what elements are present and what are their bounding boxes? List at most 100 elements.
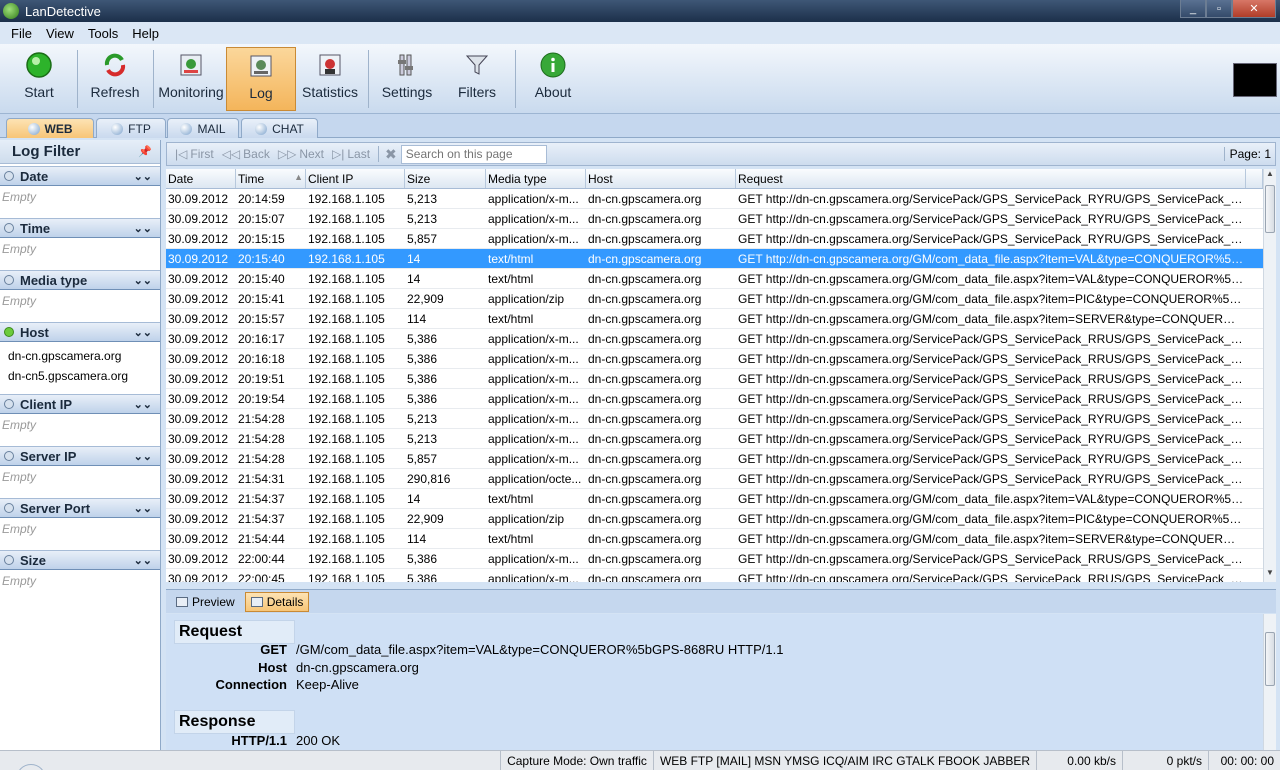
pin-icon[interactable]: 📌 bbox=[138, 145, 152, 158]
table-row[interactable]: 30.09.2012 21:54:28 192.168.1.105 5,857 appl… bbox=[166, 449, 1263, 469]
filter-time-header[interactable]: Time ⌄⌄ bbox=[0, 218, 160, 238]
scroll-thumb[interactable] bbox=[1265, 632, 1275, 686]
clear-search-icon[interactable]: ✖ bbox=[385, 146, 397, 163]
table-scrollbar[interactable]: ▲ ▼ bbox=[1263, 169, 1276, 582]
table-row[interactable]: 30.09.2012 20:16:17 192.168.1.105 5,386 appl… bbox=[166, 329, 1263, 349]
filters-button[interactable]: Filters bbox=[444, 47, 510, 111]
log-button[interactable]: Log bbox=[226, 47, 296, 111]
table-row[interactable]: 30.09.2012 22:00:44 192.168.1.105 5,386 appl… bbox=[166, 549, 1263, 569]
chevron-down-icon[interactable]: ⌄⌄ bbox=[134, 450, 152, 463]
filter-server-ip-header[interactable]: Server IP ⌄⌄ bbox=[0, 446, 160, 466]
table-row[interactable]: 30.09.2012 20:15:40 192.168.1.105 14 text/ht… bbox=[166, 269, 1263, 289]
menu-file[interactable]: File bbox=[4, 26, 39, 41]
cell-host: dn-cn.gpscamera.org bbox=[588, 212, 702, 226]
chevron-down-icon[interactable]: ⌄⌄ bbox=[134, 398, 152, 411]
column-header-request[interactable]: Request bbox=[736, 169, 1246, 188]
table-row[interactable]: 30.09.2012 20:15:40 192.168.1.105 14 text/ht… bbox=[166, 249, 1263, 269]
close-button[interactable]: ✕ bbox=[1232, 0, 1276, 18]
cell-date: 30.09.2012 bbox=[168, 492, 229, 506]
filter-label: Server IP bbox=[20, 448, 77, 464]
column-header-time[interactable]: Time ▲ bbox=[236, 169, 306, 188]
about-button[interactable]: About bbox=[520, 47, 586, 111]
statistics-button[interactable]: Statistics bbox=[298, 47, 362, 111]
cell-time: 20:15:15 bbox=[238, 232, 285, 246]
table-row[interactable]: 30.09.2012 20:16:18 192.168.1.105 5,386 appl… bbox=[166, 349, 1263, 369]
filter-host-value[interactable]: dn-cn5.gpscamera.org bbox=[0, 366, 160, 386]
column-header-host[interactable]: Host bbox=[586, 169, 736, 188]
cell-date: 30.09.2012 bbox=[168, 292, 229, 306]
menu-help[interactable]: Help bbox=[125, 26, 166, 41]
cell-client-ip: 192.168.1.105 bbox=[308, 432, 385, 446]
table-row[interactable]: 30.09.2012 21:54:37 192.168.1.105 14 text/ht… bbox=[166, 489, 1263, 509]
cell-host: dn-cn.gpscamera.org bbox=[588, 552, 702, 566]
next-page-button[interactable]: ▷▷ Next bbox=[278, 147, 324, 161]
filter-server-port-header[interactable]: Server Port ⌄⌄ bbox=[0, 498, 160, 518]
cell-media-type: application/x-m... bbox=[488, 332, 579, 346]
first-page-button[interactable]: |◁ First bbox=[175, 147, 214, 161]
table-row[interactable]: 30.09.2012 21:54:28 192.168.1.105 5,213 appl… bbox=[166, 429, 1263, 449]
cell-request: GET http://dn-cn.gpscamera.org/ServicePa… bbox=[738, 452, 1246, 466]
table-row[interactable]: 30.09.2012 20:19:54 192.168.1.105 5,386 appl… bbox=[166, 389, 1263, 409]
scroll-down-icon[interactable]: ▼ bbox=[1264, 568, 1276, 582]
start-button[interactable]: Start bbox=[4, 47, 74, 111]
chevron-down-icon[interactable]: ⌄⌄ bbox=[134, 554, 152, 567]
maximize-button[interactable]: ▫ bbox=[1206, 0, 1232, 18]
scroll-thumb[interactable] bbox=[1265, 185, 1275, 233]
table-row[interactable]: 30.09.2012 22:00:45 192.168.1.105 5,386 appl… bbox=[166, 569, 1263, 582]
tab-preview-label: Preview bbox=[192, 594, 235, 609]
tab-details[interactable]: Details bbox=[244, 591, 310, 612]
back-page-button[interactable]: ◁◁ Back bbox=[222, 147, 270, 161]
table-row[interactable]: 30.09.2012 21:54:28 192.168.1.105 5,213 appl… bbox=[166, 409, 1263, 429]
response-status-value: 200 OK bbox=[296, 733, 341, 748]
table-row[interactable]: 30.09.2012 21:54:44 192.168.1.105 114 text/h… bbox=[166, 529, 1263, 549]
column-header-client-ip[interactable]: Client IP bbox=[306, 169, 405, 188]
cell-date: 30.09.2012 bbox=[168, 272, 229, 286]
table-row[interactable]: 30.09.2012 20:15:07 192.168.1.105 5,213 appl… bbox=[166, 209, 1263, 229]
filter-date-header[interactable]: Date ⌄⌄ bbox=[0, 166, 160, 186]
filter-size-header[interactable]: Size ⌄⌄ bbox=[0, 550, 160, 570]
minimize-button[interactable]: _ bbox=[1180, 0, 1206, 18]
cell-host: dn-cn.gpscamera.org bbox=[588, 272, 702, 286]
filter-media-type-header[interactable]: Media type ⌄⌄ bbox=[0, 270, 160, 290]
column-header-date[interactable]: Date bbox=[166, 169, 236, 188]
tab-chat[interactable]: CHAT bbox=[241, 118, 318, 138]
table-row[interactable]: 30.09.2012 20:14:59 192.168.1.105 5,213 appl… bbox=[166, 189, 1263, 209]
menu-tools[interactable]: Tools bbox=[81, 26, 125, 41]
column-header-time-label: Time bbox=[238, 172, 265, 186]
cell-date: 30.09.2012 bbox=[168, 412, 229, 426]
refresh-button[interactable]: Refresh bbox=[80, 47, 150, 111]
menu-view[interactable]: View bbox=[39, 26, 81, 41]
settings-button[interactable]: Settings bbox=[374, 47, 440, 111]
tab-mail[interactable]: MAIL bbox=[167, 118, 239, 138]
cell-client-ip: 192.168.1.105 bbox=[308, 472, 385, 486]
cell-size: 5,386 bbox=[407, 572, 438, 582]
table-row[interactable]: 30.09.2012 20:15:41 192.168.1.105 22,909 app… bbox=[166, 289, 1263, 309]
chevron-down-icon[interactable]: ⌄⌄ bbox=[134, 502, 152, 515]
filter-client-ip-header[interactable]: Client IP ⌄⌄ bbox=[0, 394, 160, 414]
scroll-up-icon[interactable]: ▲ bbox=[1264, 169, 1276, 183]
tab-ftp[interactable]: FTP bbox=[96, 118, 166, 138]
cell-time: 20:15:07 bbox=[238, 212, 285, 226]
chevron-down-icon[interactable]: ⌄⌄ bbox=[134, 326, 152, 339]
tab-web[interactable]: WEB bbox=[6, 118, 94, 138]
table-row[interactable]: 30.09.2012 20:15:57 192.168.1.105 114 text/h… bbox=[166, 309, 1263, 329]
column-header-media-type[interactable]: Media type bbox=[486, 169, 586, 188]
table-row[interactable]: 30.09.2012 20:19:51 192.168.1.105 5,386 appl… bbox=[166, 369, 1263, 389]
monitoring-button[interactable]: Monitoring bbox=[156, 47, 226, 111]
search-input[interactable] bbox=[400, 144, 547, 164]
table-row[interactable]: 30.09.2012 21:54:31 192.168.1.105 290,816 ap… bbox=[166, 469, 1263, 489]
empty-text: Empty bbox=[2, 242, 37, 256]
chevron-down-icon[interactable]: ⌄⌄ bbox=[134, 274, 152, 287]
chevron-down-icon[interactable]: ⌄⌄ bbox=[134, 170, 152, 183]
column-header-size[interactable]: Size bbox=[405, 169, 486, 188]
filter-host-header[interactable]: Host ⌄⌄ bbox=[0, 322, 160, 342]
tab-preview[interactable]: Preview bbox=[170, 592, 241, 612]
details-scrollbar[interactable] bbox=[1263, 614, 1276, 750]
request-host-label: Host bbox=[258, 660, 287, 675]
chevron-down-icon[interactable]: ⌄⌄ bbox=[134, 222, 152, 235]
filter-host-value[interactable]: dn-cn.gpscamera.org bbox=[0, 346, 160, 366]
table-row[interactable]: 30.09.2012 20:15:15 192.168.1.105 5,857 appl… bbox=[166, 229, 1263, 249]
last-page-button[interactable]: ▷| Last bbox=[332, 147, 370, 161]
table-row[interactable]: 30.09.2012 21:54:37 192.168.1.105 22,909 app… bbox=[166, 509, 1263, 529]
cell-client-ip: 192.168.1.105 bbox=[308, 412, 385, 426]
